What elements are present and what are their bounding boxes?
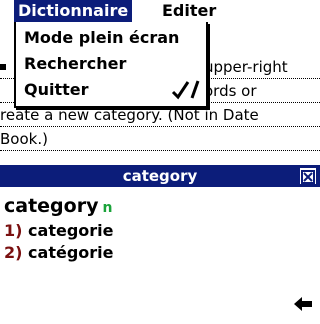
note-text-4: Book.) xyxy=(0,130,48,148)
headword-text: category xyxy=(4,195,99,217)
dictionnaire-dropdown: Mode plein écran Rechercher Quitter xyxy=(14,22,208,108)
menu-item-mode-plein-ecran[interactable]: Mode plein écran xyxy=(24,26,179,50)
panel-title-bar: category xyxy=(0,165,320,187)
menu-item-rechercher[interactable]: Rechercher xyxy=(24,52,126,76)
menu-editer[interactable]: Editer xyxy=(158,0,220,22)
definition-number: 2) xyxy=(4,243,23,262)
definition-2: 2) catégorie xyxy=(4,242,113,264)
note-text-2: ords or xyxy=(204,82,257,100)
note-text-1: upper-right xyxy=(204,58,288,76)
menu-bar: Dictionnaire Editer xyxy=(0,0,320,22)
definition-number: 1) xyxy=(4,221,23,240)
entry-headword: category n xyxy=(4,193,112,221)
close-icon[interactable] xyxy=(300,168,316,184)
menu-dictionnaire[interactable]: Dictionnaire xyxy=(14,0,133,22)
part-of-speech: n xyxy=(102,200,113,216)
definition-text: catégorie xyxy=(28,243,114,262)
shortcut-stroke-icon xyxy=(171,80,200,100)
definition-text: categorie xyxy=(28,221,114,240)
panel-title: category xyxy=(122,167,198,185)
menu-item-quitter[interactable]: Quitter xyxy=(24,78,89,102)
definition-1: 1) categorie xyxy=(4,220,113,242)
note-bullet xyxy=(0,64,6,70)
back-arrow-icon[interactable] xyxy=(294,296,312,312)
graffiti-shortcut-icon xyxy=(170,78,200,105)
